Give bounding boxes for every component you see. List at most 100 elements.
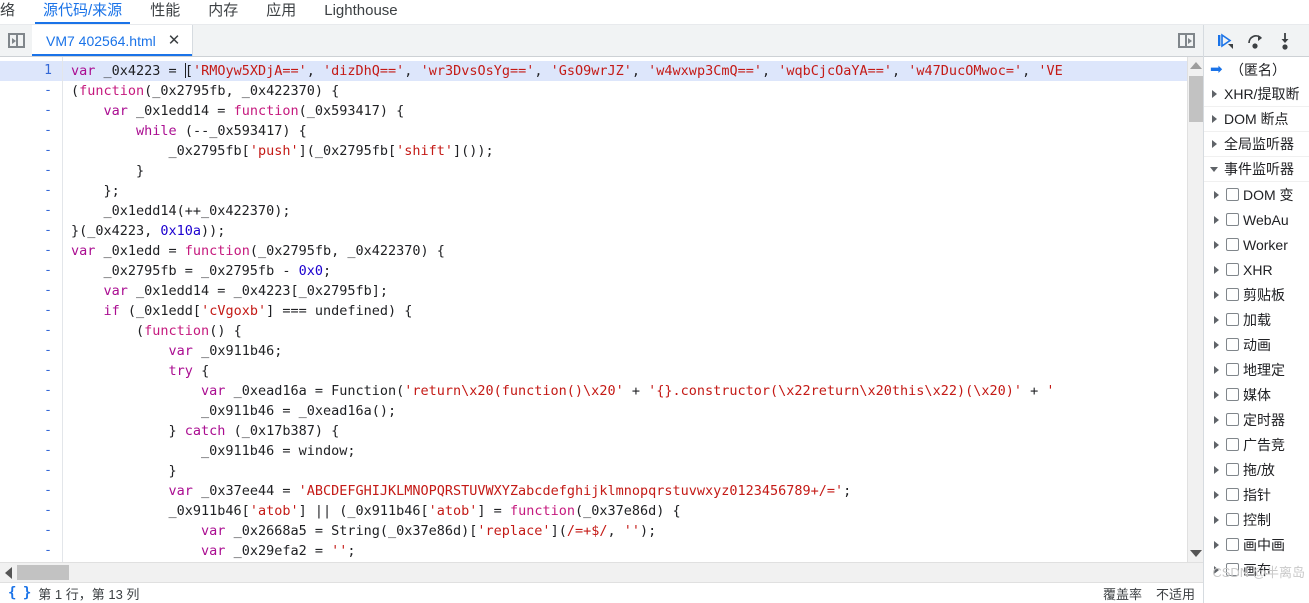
chevron-right-icon[interactable] (1210, 189, 1222, 201)
scroll-left-arrow-icon[interactable] (5, 566, 12, 579)
code-line[interactable]: }(_0x4223, 0x10a)); (63, 221, 1203, 241)
scroll-down-arrow-icon[interactable] (1189, 550, 1202, 557)
chevron-right-icon[interactable] (1210, 214, 1222, 226)
file-tab-vm7[interactable]: VM7 402564.html ✕ (32, 25, 194, 56)
code-line[interactable]: var _0x1edd = function(_0x2795fb, _0x422… (63, 241, 1203, 261)
panel-tab-memory[interactable]: 内存 (194, 1, 252, 24)
panel-tab-performance[interactable]: 性能 (136, 1, 194, 24)
code-line[interactable]: _0x911b46 = _0xead16a(); (63, 401, 1203, 421)
category-checkbox[interactable] (1226, 313, 1239, 326)
event-listener-category-row[interactable]: 指针 (1204, 482, 1309, 507)
chevron-right-icon[interactable] (1210, 364, 1222, 376)
line-number[interactable]: - (0, 121, 62, 141)
chevron-right-icon[interactable] (1210, 314, 1222, 326)
chevron-right-icon[interactable] (1208, 88, 1220, 100)
category-checkbox[interactable] (1226, 413, 1239, 426)
code-line[interactable]: _0x2795fb['push'](_0x2795fb['shift']()); (63, 141, 1203, 161)
event-listener-category-row[interactable]: 定时器 (1204, 407, 1309, 432)
code-line[interactable]: var _0x2668a5 = String(_0x37e86d)['repla… (63, 521, 1203, 541)
code-line[interactable]: var _0x911b46; (63, 341, 1203, 361)
chevron-right-icon[interactable] (1210, 539, 1222, 551)
chevron-right-icon[interactable] (1210, 339, 1222, 351)
code-editor[interactable]: 1------------------------ var _0x4223 = … (0, 57, 1203, 562)
line-number[interactable]: - (0, 141, 62, 161)
line-number[interactable]: - (0, 181, 62, 201)
category-checkbox[interactable] (1226, 388, 1239, 401)
line-number[interactable]: - (0, 541, 62, 561)
close-icon[interactable]: ✕ (166, 31, 183, 50)
toggle-debugger-sidebar-button[interactable] (1169, 25, 1203, 56)
code-line[interactable]: var _0x37ee44 = 'ABCDEFGHIJKLMNOPQRSTUVW… (63, 481, 1203, 501)
code-line[interactable]: _0x1edd14(++_0x422370); (63, 201, 1203, 221)
sidebar-section-global-listeners[interactable]: 全局监听器 (1204, 132, 1309, 157)
category-checkbox[interactable] (1226, 338, 1239, 351)
code-line[interactable]: if (_0x1edd['cVgoxb'] === undefined) { (63, 301, 1203, 321)
chevron-right-icon[interactable] (1208, 138, 1220, 150)
chevron-right-icon[interactable] (1210, 414, 1222, 426)
code-line[interactable]: } (63, 161, 1203, 181)
line-number[interactable]: - (0, 161, 62, 181)
category-checkbox[interactable] (1226, 213, 1239, 226)
chevron-right-icon[interactable] (1208, 113, 1220, 125)
code-line[interactable]: while (--_0x593417) { (63, 121, 1203, 141)
line-number[interactable]: - (0, 481, 62, 501)
code-line[interactable]: var _0x1edd14 = _0x4223[_0x2795fb]; (63, 281, 1203, 301)
category-checkbox[interactable] (1226, 488, 1239, 501)
line-number[interactable]: - (0, 361, 62, 381)
event-listener-category-row[interactable]: 动画 (1204, 332, 1309, 357)
sidebar-section-event-listener-breakpoints[interactable]: 事件监听器 (1204, 157, 1309, 182)
debugger-sidebar-content[interactable]: ➡ （匿名） XHR/提取断 DOM 断点 全局监听器 事件监听器 DOM 变 … (1204, 57, 1309, 603)
chevron-right-icon[interactable] (1210, 389, 1222, 401)
line-number[interactable]: - (0, 81, 62, 101)
event-listener-category-row[interactable]: 拖/放 (1204, 457, 1309, 482)
line-number[interactable]: - (0, 281, 62, 301)
toggle-navigator-button[interactable] (0, 25, 32, 56)
code-line[interactable]: try { (63, 361, 1203, 381)
code-line[interactable]: var _0x29efa2 = ''; (63, 541, 1203, 561)
line-number[interactable]: - (0, 221, 62, 241)
code-line[interactable]: var _0x1edd14 = function(_0x593417) { (63, 101, 1203, 121)
event-listener-category-row[interactable]: 画中画 (1204, 532, 1309, 557)
line-number[interactable]: - (0, 421, 62, 441)
code-line[interactable]: var _0x4223 = ['RMOyw5XDjA==', 'dizDhQ==… (63, 61, 1203, 81)
event-listener-category-row[interactable]: 控制 (1204, 507, 1309, 532)
code-line[interactable]: _0x911b46 = window; (63, 441, 1203, 461)
chevron-right-icon[interactable] (1210, 239, 1222, 251)
line-number[interactable]: - (0, 321, 62, 341)
event-listener-category-row[interactable]: Worker (1204, 232, 1309, 257)
code-line[interactable]: } catch (_0x17b387) { (63, 421, 1203, 441)
event-listener-category-row[interactable]: 地理定 (1204, 357, 1309, 382)
event-listener-category-row[interactable]: WebAu (1204, 207, 1309, 232)
category-checkbox[interactable] (1226, 513, 1239, 526)
category-checkbox[interactable] (1226, 263, 1239, 276)
editor-horizontal-scrollbar[interactable] (0, 562, 1203, 582)
event-listener-category-row[interactable]: XHR (1204, 257, 1309, 282)
code-line[interactable]: _0x911b46['atob'] || (_0x911b46['atob'] … (63, 501, 1203, 521)
category-checkbox[interactable] (1226, 463, 1239, 476)
panel-tab-sources[interactable]: 源代码/来源 (29, 1, 136, 24)
event-listener-category-row[interactable]: 加载 (1204, 307, 1309, 332)
line-number[interactable]: - (0, 521, 62, 541)
step-into-next-function-call-button[interactable] (1272, 28, 1298, 54)
line-number[interactable]: 1 (0, 61, 62, 81)
chevron-down-icon[interactable] (1208, 163, 1220, 175)
chevron-right-icon[interactable] (1210, 489, 1222, 501)
category-checkbox[interactable] (1226, 288, 1239, 301)
line-number[interactable]: - (0, 241, 62, 261)
line-number[interactable]: - (0, 461, 62, 481)
code-line[interactable]: }; (63, 181, 1203, 201)
chevron-right-icon[interactable] (1210, 564, 1222, 576)
chevron-right-icon[interactable] (1210, 439, 1222, 451)
step-over-next-function-call-button[interactable] (1242, 28, 1268, 54)
resume-script-execution-button[interactable] (1212, 28, 1238, 54)
chevron-right-icon[interactable] (1210, 289, 1222, 301)
line-number[interactable]: - (0, 201, 62, 221)
line-number[interactable]: - (0, 301, 62, 321)
chevron-right-icon[interactable] (1210, 264, 1222, 276)
category-checkbox[interactable] (1226, 563, 1239, 576)
line-number[interactable]: - (0, 401, 62, 421)
line-number[interactable]: - (0, 381, 62, 401)
chevron-right-icon[interactable] (1210, 464, 1222, 476)
event-listener-category-row[interactable]: 画布 (1204, 557, 1309, 582)
line-number[interactable]: - (0, 441, 62, 461)
